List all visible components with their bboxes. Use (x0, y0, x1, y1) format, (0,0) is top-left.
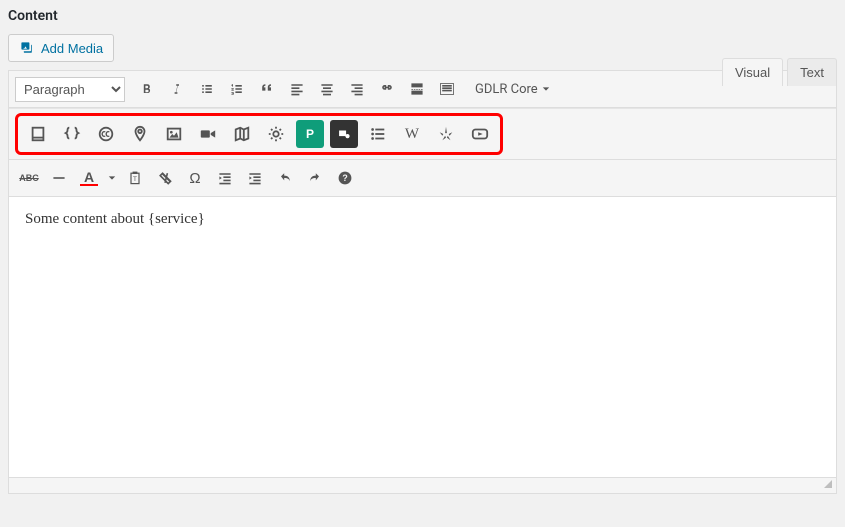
undo-button[interactable] (271, 164, 299, 192)
bold-button[interactable] (133, 75, 161, 103)
help-button[interactable]: ? (331, 164, 359, 192)
yelp-icon[interactable] (432, 120, 460, 148)
align-right-button[interactable] (343, 75, 371, 103)
text-color-dropdown[interactable] (105, 164, 119, 192)
toolbar-row-3: ABC A T Ω ? (9, 160, 836, 197)
image-icon[interactable] (160, 120, 188, 148)
tab-text[interactable]: Text (787, 58, 837, 86)
media-icon (19, 40, 35, 56)
special-character-button[interactable]: Ω (181, 164, 209, 192)
italic-button[interactable] (163, 75, 191, 103)
map-pin-icon[interactable] (126, 120, 154, 148)
svg-text:?: ? (342, 173, 347, 183)
pexels-icon[interactable]: P (296, 120, 324, 148)
redo-button[interactable] (301, 164, 329, 192)
section-heading: Content (8, 8, 837, 24)
numbered-list-button[interactable] (223, 75, 251, 103)
related-content-icon[interactable] (330, 120, 358, 148)
chevron-down-icon (108, 174, 116, 182)
content-editable-area[interactable]: Some content about {service} (9, 197, 836, 477)
youtube-icon[interactable] (466, 120, 494, 148)
creative-commons-icon[interactable] (92, 120, 120, 148)
add-media-button[interactable]: Add Media (8, 34, 114, 62)
outdent-button[interactable] (211, 164, 239, 192)
curly-braces-icon[interactable] (58, 120, 86, 148)
map-icon[interactable] (228, 120, 256, 148)
bullet-list-button[interactable] (193, 75, 221, 103)
align-center-button[interactable] (313, 75, 341, 103)
paste-text-button[interactable]: T (121, 164, 149, 192)
add-media-label: Add Media (41, 41, 103, 56)
text-color-button[interactable]: A (75, 164, 103, 192)
video-icon[interactable] (194, 120, 222, 148)
toolbar-row-2: P W (9, 108, 836, 160)
gdlr-core-dropdown[interactable]: GDLR Core (475, 82, 550, 97)
blockquote-button[interactable] (253, 75, 281, 103)
clear-formatting-button[interactable] (151, 164, 179, 192)
wikipedia-icon[interactable]: W (398, 120, 426, 148)
read-more-button[interactable] (403, 75, 431, 103)
link-button[interactable] (373, 75, 401, 103)
indent-button[interactable] (241, 164, 269, 192)
toolbar-row-1: Paragraph GDLR Core (9, 71, 836, 108)
highlighted-toolbar-group: P W (15, 113, 503, 155)
strikethrough-button[interactable]: ABC (15, 164, 43, 192)
svg-text:T: T (133, 176, 137, 183)
chevron-down-icon (542, 85, 550, 93)
weather-icon[interactable] (262, 120, 290, 148)
tab-visual[interactable]: Visual (722, 58, 783, 86)
list-icon[interactable] (364, 120, 392, 148)
editor-container: Paragraph GDLR Core (8, 70, 837, 494)
resize-handle[interactable] (9, 477, 836, 493)
editor-wrap: Add Media Visual Text Paragraph GDLR Cor… (8, 34, 837, 494)
paragraph-select[interactable]: Paragraph (15, 77, 125, 102)
align-left-button[interactable] (283, 75, 311, 103)
box-icon[interactable] (24, 120, 52, 148)
editor-tabs: Visual Text (722, 58, 837, 86)
horizontal-rule-button[interactable] (45, 164, 73, 192)
toolbar-toggle-button[interactable] (433, 75, 461, 103)
